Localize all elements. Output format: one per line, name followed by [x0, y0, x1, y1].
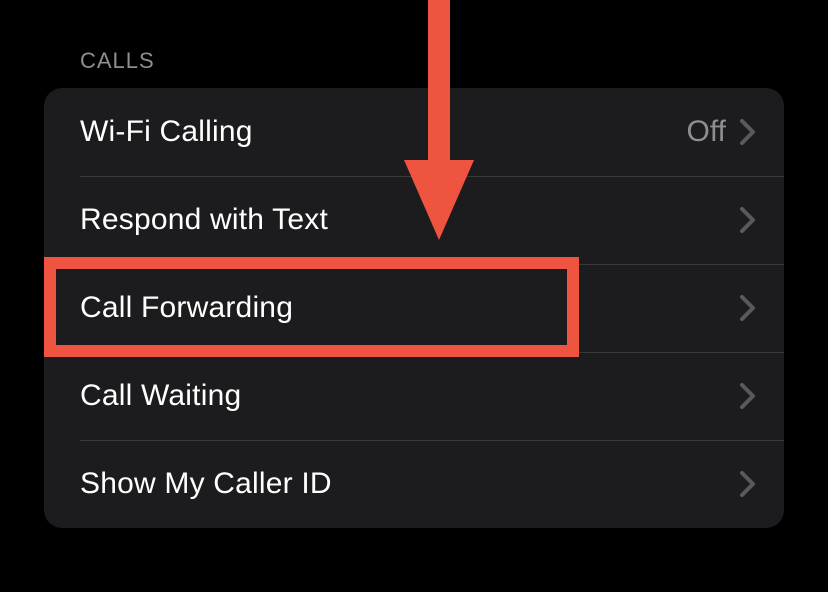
chevron-right-icon — [740, 471, 756, 497]
row-right — [740, 383, 756, 409]
row-label: Respond with Text — [80, 203, 328, 237]
row-right: Off — [687, 115, 756, 149]
chevron-right-icon — [740, 295, 756, 321]
chevron-right-icon — [740, 383, 756, 409]
row-detail-value: Off — [687, 115, 726, 149]
section-header-calls: CALLS — [0, 0, 828, 88]
row-label: Call Forwarding — [80, 291, 293, 325]
row-call-forwarding[interactable]: Call Forwarding — [44, 264, 784, 352]
row-label: Show My Caller ID — [80, 467, 332, 501]
row-right — [740, 295, 756, 321]
row-show-my-caller-id[interactable]: Show My Caller ID — [44, 440, 784, 528]
row-label: Wi-Fi Calling — [80, 115, 253, 149]
settings-list-calls: Wi-Fi Calling Off Respond with Text Call… — [44, 88, 784, 528]
chevron-right-icon — [740, 207, 756, 233]
chevron-right-icon — [740, 119, 756, 145]
row-right — [740, 207, 756, 233]
row-respond-with-text[interactable]: Respond with Text — [44, 176, 784, 264]
row-wifi-calling[interactable]: Wi-Fi Calling Off — [44, 88, 784, 176]
row-label: Call Waiting — [80, 379, 241, 413]
row-right — [740, 471, 756, 497]
row-call-waiting[interactable]: Call Waiting — [44, 352, 784, 440]
